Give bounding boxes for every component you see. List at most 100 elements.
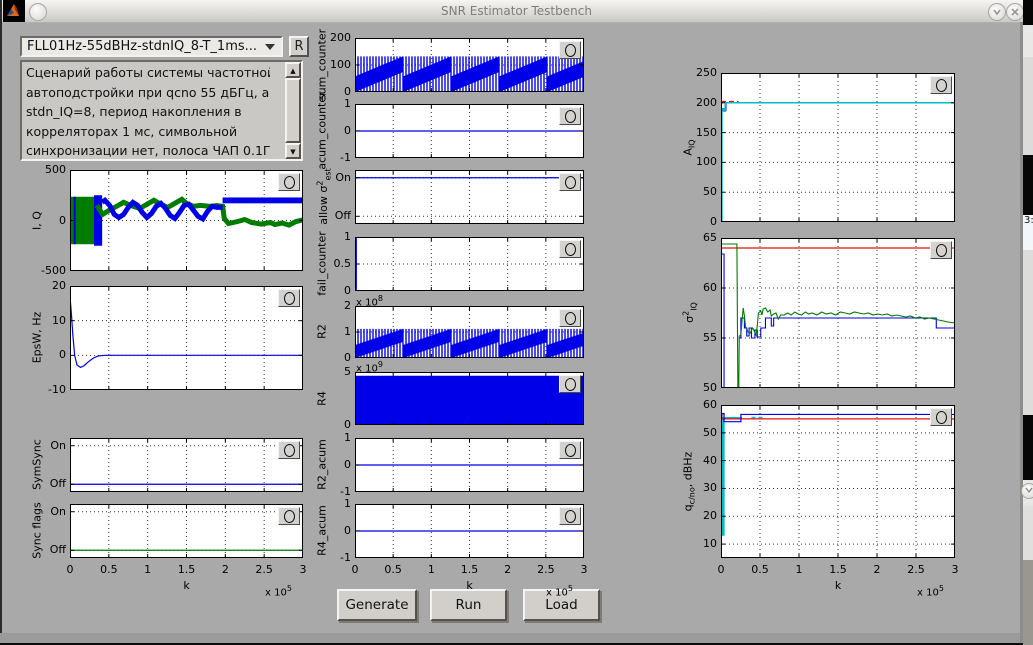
ellipse-icon	[284, 510, 295, 523]
x-tick-label: 2.5	[899, 563, 933, 576]
ellipse-icon	[565, 243, 576, 256]
axes-zoom-button[interactable]	[930, 408, 952, 426]
plot-qcno	[721, 405, 955, 558]
description-line: автоподстройки при qcno 55 дБГц, а	[26, 83, 270, 103]
axes-zoom-button[interactable]	[930, 241, 952, 259]
x-exponent-label: x 105	[917, 584, 944, 598]
plot-fail_counter	[355, 237, 584, 291]
plot-r4_acum	[355, 504, 584, 558]
background-window-strip	[1023, 25, 1033, 57]
description-line: Сценарий работы системы частотной	[26, 63, 270, 83]
scenario-dropdown-value: FLL01Hz-55dBHz-stdnIQ_8-T_1ms...	[27, 39, 257, 54]
background-window-strip	[1023, 415, 1033, 480]
plot-r2_acum	[355, 438, 584, 492]
axis-label-r4_acum: R4_acum	[316, 461, 331, 601]
axes-zoom-button[interactable]	[278, 441, 300, 459]
y-exponent-label: x 109	[356, 360, 383, 374]
plot-sigma_iq	[721, 238, 955, 388]
axes-zoom-button[interactable]	[559, 507, 581, 525]
window-left-border	[0, 0, 2, 645]
background-window-strip	[1023, 480, 1033, 506]
background-window-strip	[1023, 506, 1033, 560]
description-scrollbar[interactable]: ▲ ▼	[285, 62, 301, 159]
axes-zoom-button[interactable]	[559, 240, 581, 258]
window-title: SNR Estimator Testbench	[0, 4, 1033, 18]
plot-r2	[355, 306, 584, 358]
chevron-down-icon	[990, 5, 1004, 19]
x-exponent-label: x 105	[546, 584, 573, 598]
x-exponent-label: x 105	[265, 584, 292, 598]
plot-canvas-sigma_iq	[721, 238, 955, 388]
window-shade-button[interactable]	[988, 3, 1006, 21]
x-tick-label: 1.5	[453, 563, 487, 576]
x-tick-label: 3	[567, 563, 601, 576]
x-tick-label: 0.5	[92, 563, 126, 576]
plot-symsync	[70, 438, 303, 492]
x-tick-label: 0.5	[376, 563, 410, 576]
background-window-strip	[1023, 0, 1033, 25]
plot-canvas-qcno	[721, 405, 955, 558]
scroll-down-button[interactable]: ▼	[285, 143, 301, 159]
plot-allow	[355, 170, 584, 224]
scroll-up-button[interactable]: ▲	[285, 62, 301, 78]
application-window: SNR Estimator Testbench FLL01Hz-55dBHz-s…	[0, 0, 1033, 645]
background-window-strip	[1023, 560, 1033, 645]
plot-canvas-r4_acum	[355, 504, 584, 558]
axes-zoom-button[interactable]	[559, 41, 581, 59]
y-exponent-label: x 108	[356, 294, 383, 308]
axes-zoom-button[interactable]	[559, 441, 581, 459]
description-line: stdn_IQ=8, период накопления в	[26, 102, 270, 122]
scenario-dropdown[interactable]: FLL01Hz-55dBHz-stdnIQ_8-T_1ms...	[20, 36, 283, 57]
x-tick-label: 0	[704, 563, 738, 576]
ellipse-icon	[565, 44, 576, 57]
plot-canvas-allow	[355, 170, 584, 224]
plot-canvas-r2	[355, 306, 584, 358]
plot-canvas-symsync	[70, 438, 303, 492]
x-tick-label: 1	[131, 563, 165, 576]
ellipse-icon	[284, 176, 295, 189]
axes-zoom-button[interactable]	[559, 173, 581, 191]
x-tick-label: 1.5	[170, 563, 204, 576]
axes-zoom-button[interactable]	[278, 507, 300, 525]
window-menu-button[interactable]	[29, 3, 47, 21]
x-tick-label: 2	[860, 563, 894, 576]
x-tick-label: 1.5	[821, 563, 855, 576]
x-tick-label: 1	[414, 563, 448, 576]
x-tick-label: 0	[338, 563, 372, 576]
axes-zoom-button[interactable]	[278, 173, 300, 191]
axes-zoom-button[interactable]	[559, 309, 581, 327]
plot-canvas-sum_counter	[355, 38, 584, 92]
description-line: синхронизации нет, полоса ЧАП 0.1Гц	[26, 141, 270, 161]
background-window-strip	[1023, 57, 1033, 155]
y-tick-label: 50	[677, 381, 717, 394]
reload-button[interactable]: R	[289, 36, 309, 57]
plot-canvas-syncflags	[70, 504, 303, 558]
plot-r4	[355, 372, 584, 425]
axes-zoom-button[interactable]	[930, 76, 952, 94]
background-window-clock: 3:	[1023, 215, 1033, 250]
ellipse-icon	[936, 244, 947, 257]
x-tick-label: 2	[208, 563, 242, 576]
ellipse-icon	[565, 510, 576, 523]
axes-zoom-button[interactable]	[559, 107, 581, 125]
axes-zoom-button[interactable]	[278, 289, 300, 307]
y-tick-label: 60	[677, 398, 717, 411]
scrollbar-thumb[interactable]	[285, 78, 301, 143]
ellipse-icon	[565, 110, 576, 123]
axes-zoom-button[interactable]	[559, 375, 581, 393]
generate-button[interactable]: Generate	[337, 589, 417, 621]
run-button[interactable]: Run	[430, 589, 507, 621]
ellipse-icon	[565, 176, 576, 189]
close-icon	[1008, 5, 1022, 19]
window-close-button[interactable]	[1006, 3, 1024, 21]
scenario-description-box[interactable]: Сценарий работы системы частотной автопо…	[20, 60, 303, 161]
ellipse-icon	[565, 312, 576, 325]
plot-sum_counter	[355, 38, 584, 92]
plot-canvas-r4	[355, 372, 584, 425]
plot-canvas-epsw	[70, 286, 303, 390]
plot-canvas-iq	[70, 170, 303, 271]
axis-label-sigma_iq: σ2IQ	[682, 243, 697, 383]
ellipse-icon	[936, 411, 947, 424]
plot-aiq	[721, 73, 955, 222]
x-tick-label: 0.5	[743, 563, 777, 576]
